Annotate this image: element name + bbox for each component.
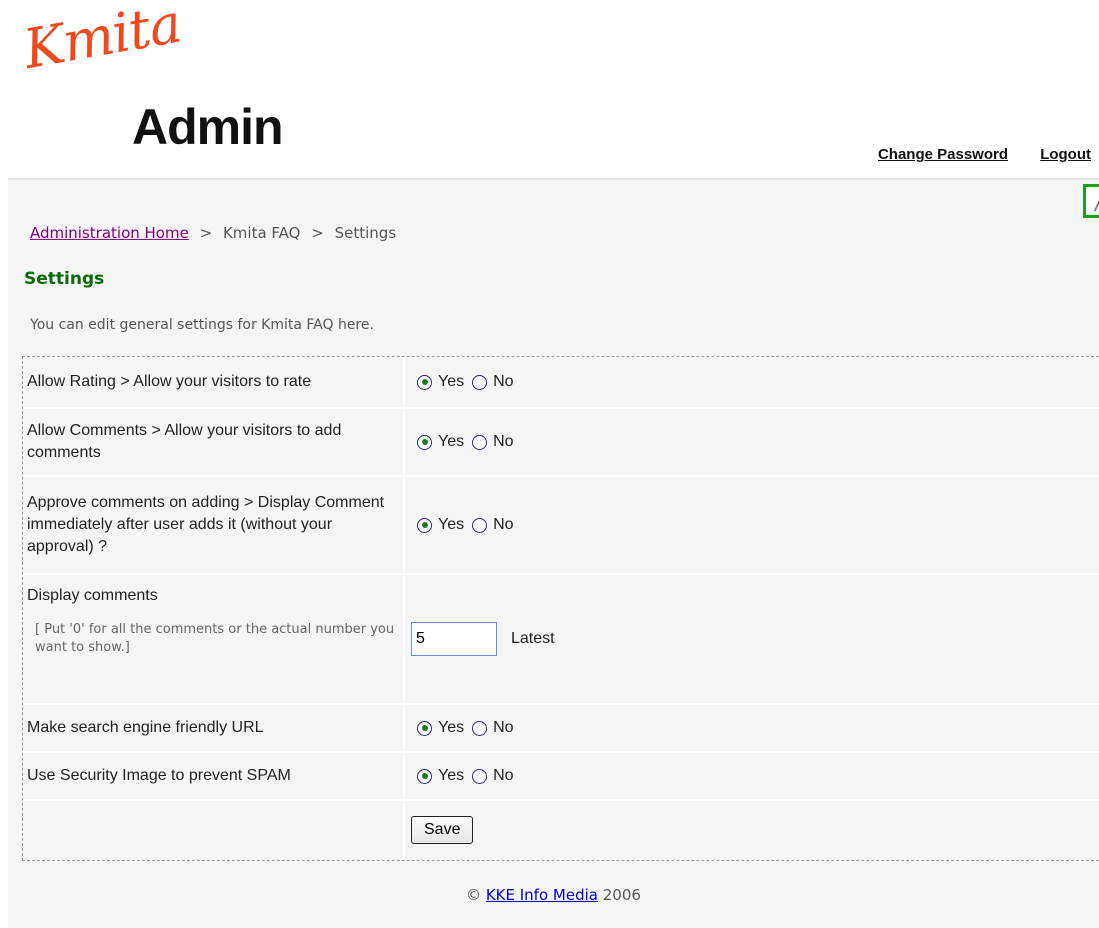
setting-label: Use Security Image to prevent SPAM <box>23 753 405 799</box>
company-link[interactable]: KKE Info Media <box>486 886 598 904</box>
setting-row-allow-comments: Allow Comments > Allow your visitors to … <box>23 409 1099 477</box>
top-links: Change Password Logout <box>850 146 1091 163</box>
logo-script-text: Kmita <box>19 0 186 82</box>
breadcrumb-home-link[interactable]: Administration Home <box>30 224 189 242</box>
setting-label: Make search engine friendly URL <box>23 705 405 751</box>
seo-url-yes-radio[interactable]: Yes <box>417 719 464 737</box>
intro-text: You can edit general settings for Kmita … <box>30 317 374 333</box>
footer: © KKE Info Media 2006 <box>8 886 1099 904</box>
setting-label-group: Display comments [ Put '0' for all the c… <box>23 575 405 703</box>
approve-comments-yes-radio[interactable]: Yes <box>417 516 464 534</box>
setting-hint: [ Put '0' for all the comments or the ac… <box>35 622 395 655</box>
setting-value: Yes No <box>405 409 1099 475</box>
radio-checked-icon <box>417 720 432 736</box>
radio-unchecked-icon <box>472 517 488 533</box>
radio-unchecked-icon <box>472 434 488 450</box>
radio-label: No <box>493 719 514 736</box>
radio-checked-icon <box>417 434 432 450</box>
radio-unchecked-icon <box>472 374 488 390</box>
radio-label: No <box>493 373 514 390</box>
save-button[interactable]: Save <box>411 816 474 844</box>
breadcrumb-separator: > <box>199 224 213 242</box>
radio-label: Yes <box>438 516 465 533</box>
allow-comments-yes-radio[interactable]: Yes <box>417 433 464 451</box>
setting-label: Allow Comments > Allow your visitors to … <box>23 409 405 475</box>
breadcrumb-current: Settings <box>334 224 397 242</box>
approve-comments-no-radio[interactable]: No <box>472 516 514 534</box>
setting-row-display-comments: Display comments [ Put '0' for all the c… <box>23 575 1099 705</box>
setting-row-allow-rating: Allow Rating > Allow your visitors to ra… <box>23 357 1099 409</box>
setting-row-seo-url: Make search engine friendly URL Yes No <box>23 705 1099 753</box>
copyright-symbol: © <box>466 886 482 904</box>
latest-label: Latest <box>511 630 555 647</box>
display-comments-count-input[interactable] <box>411 622 497 656</box>
edit-icon[interactable] <box>1083 184 1099 218</box>
radio-label: Yes <box>438 373 465 390</box>
setting-row-approve-comments: Approve comments on adding > Display Com… <box>23 477 1099 575</box>
radio-unchecked-icon <box>472 768 488 784</box>
main-content: Administration Home > Kmita FAQ > Settin… <box>8 180 1099 928</box>
radio-label: No <box>493 767 514 784</box>
settings-table: Allow Rating > Allow your visitors to ra… <box>22 356 1099 861</box>
setting-value: Yes No <box>405 357 1099 407</box>
empty-label-cell <box>23 801 405 859</box>
seo-url-no-radio[interactable]: No <box>472 719 514 737</box>
allow-rating-no-radio[interactable]: No <box>472 373 514 391</box>
breadcrumb: Administration Home > Kmita FAQ > Settin… <box>30 224 396 242</box>
setting-label: Display comments <box>27 587 158 604</box>
setting-value: Yes No <box>405 753 1099 799</box>
radio-checked-icon <box>417 517 432 533</box>
setting-row-security-image: Use Security Image to prevent SPAM Yes N… <box>23 753 1099 801</box>
change-password-link[interactable]: Change Password <box>878 146 1008 163</box>
radio-label: Yes <box>438 433 465 450</box>
setting-row-save: Save <box>23 801 1099 859</box>
breadcrumb-separator: > <box>311 224 324 242</box>
radio-label: No <box>493 433 514 450</box>
copyright-year: 2006 <box>602 886 641 904</box>
allow-rating-yes-radio[interactable]: Yes <box>417 373 464 391</box>
setting-value: Save <box>405 801 1099 859</box>
radio-label: Yes <box>438 767 465 784</box>
setting-value: Latest <box>405 575 1099 703</box>
radio-label: Yes <box>438 719 465 736</box>
radio-checked-icon <box>417 768 432 784</box>
setting-value: Yes No <box>405 477 1099 573</box>
header: Kmita Admin Change Password Logout <box>0 0 1099 180</box>
radio-unchecked-icon <box>472 720 488 736</box>
logout-link[interactable]: Logout <box>1040 146 1091 163</box>
setting-value: Yes No <box>405 705 1099 751</box>
radio-checked-icon <box>417 374 432 390</box>
breadcrumb-section: Kmita FAQ <box>222 224 301 242</box>
logo-admin-text: Admin <box>132 99 284 155</box>
page-title: Settings <box>24 269 105 289</box>
radio-label: No <box>493 516 514 533</box>
allow-comments-no-radio[interactable]: No <box>472 433 514 451</box>
setting-label: Approve comments on adding > Display Com… <box>23 477 405 573</box>
setting-label: Allow Rating > Allow your visitors to ra… <box>23 357 405 407</box>
security-image-yes-radio[interactable]: Yes <box>417 767 464 785</box>
security-image-no-radio[interactable]: No <box>472 767 514 785</box>
